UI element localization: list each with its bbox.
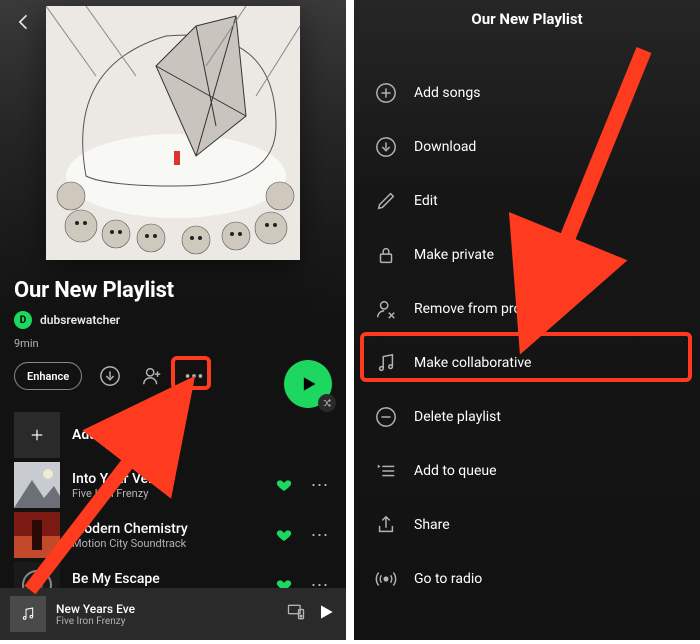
menu-add-songs[interactable]: Add songs: [354, 66, 700, 120]
menu-make-collaborative[interactable]: Make collaborative: [354, 336, 700, 390]
now-playing-art: [10, 596, 46, 632]
track-artist: Five Iron Frenzy: [72, 487, 260, 500]
menu-label: Share: [414, 517, 450, 533]
username: dubsrewatcher: [40, 313, 120, 327]
download-button[interactable]: [96, 362, 124, 390]
menu-remove-from-profile[interactable]: Remove from profile: [354, 282, 700, 336]
menu-label: Download: [414, 139, 476, 155]
menu-label: Add songs: [414, 85, 480, 101]
like-button[interactable]: [272, 527, 296, 543]
lock-icon: [374, 243, 398, 267]
track-art: [14, 462, 60, 508]
avatar: D: [14, 311, 32, 329]
plus-circle-icon: [374, 81, 398, 105]
playlist-duration: 9min: [14, 337, 332, 350]
menu-make-private[interactable]: Make private: [354, 228, 700, 282]
menu-share[interactable]: Share: [354, 498, 700, 552]
back-button[interactable]: [12, 10, 36, 34]
track-title: Modern Chemistry: [72, 521, 260, 537]
playlist-title: Our New Playlist: [14, 278, 332, 303]
add-songs-label: Add songs: [72, 427, 139, 443]
shuffle-button[interactable]: [318, 394, 336, 412]
track-more-button[interactable]: ⋯: [308, 475, 332, 496]
menu-go-to-radio[interactable]: Go to radio: [354, 552, 700, 606]
share-icon: [374, 513, 398, 537]
pencil-icon: [374, 189, 398, 213]
add-user-button[interactable]: [138, 362, 166, 390]
track-row[interactable]: Modern ChemistryMotion City Soundtrack ⋯: [14, 510, 332, 560]
playlist-screen: Our New Playlist D dubsrewatcher 9min En…: [0, 0, 346, 640]
devices-button[interactable]: [286, 602, 306, 626]
track-art: [14, 512, 60, 558]
minus-circle-icon: [374, 405, 398, 429]
menu-download[interactable]: Download: [354, 120, 700, 174]
playlist-options-sheet: Our New Playlist Add songs Download Edit…: [354, 0, 700, 640]
like-button[interactable]: [272, 477, 296, 493]
menu-label: Make collaborative: [414, 355, 531, 371]
track-row[interactable]: Into Your VeinsFive Iron Frenzy ⋯: [14, 460, 332, 510]
now-playing-title: New Years Eve: [56, 602, 276, 616]
now-playing-artist: Five Iron Frenzy: [56, 616, 276, 627]
playlist-byline[interactable]: D dubsrewatcher: [14, 311, 332, 329]
miniplayer-play-button[interactable]: [316, 602, 336, 626]
menu-label: Go to radio: [414, 571, 482, 587]
menu-label: Make private: [414, 247, 494, 263]
profile-remove-icon: [374, 297, 398, 321]
radio-icon: [374, 567, 398, 591]
sheet-title: Our New Playlist: [354, 0, 700, 28]
menu-delete-playlist[interactable]: Delete playlist: [354, 390, 700, 444]
menu-label: Remove from profile: [414, 301, 540, 317]
track-title: Into Your Veins: [72, 471, 260, 487]
download-icon: [374, 135, 398, 159]
menu-add-to-queue[interactable]: Add to queue: [354, 444, 700, 498]
menu-edit[interactable]: Edit: [354, 174, 700, 228]
menu-label: Add to queue: [414, 463, 497, 479]
music-note-icon: [374, 351, 398, 375]
add-songs-row[interactable]: Add songs: [14, 410, 332, 460]
menu-label: Delete playlist: [414, 409, 501, 425]
playlist-cover[interactable]: [46, 6, 300, 260]
plus-icon: [14, 412, 60, 458]
enhance-button[interactable]: Enhance: [14, 362, 82, 390]
track-more-button[interactable]: ⋯: [308, 525, 332, 546]
track-title: Be My Escape: [72, 571, 260, 587]
queue-icon: [374, 459, 398, 483]
now-playing-bar[interactable]: New Years EveFive Iron Frenzy: [0, 588, 346, 640]
track-artist: Motion City Soundtrack: [72, 537, 260, 550]
more-options-button[interactable]: [180, 362, 208, 390]
menu-label: Edit: [414, 193, 438, 209]
